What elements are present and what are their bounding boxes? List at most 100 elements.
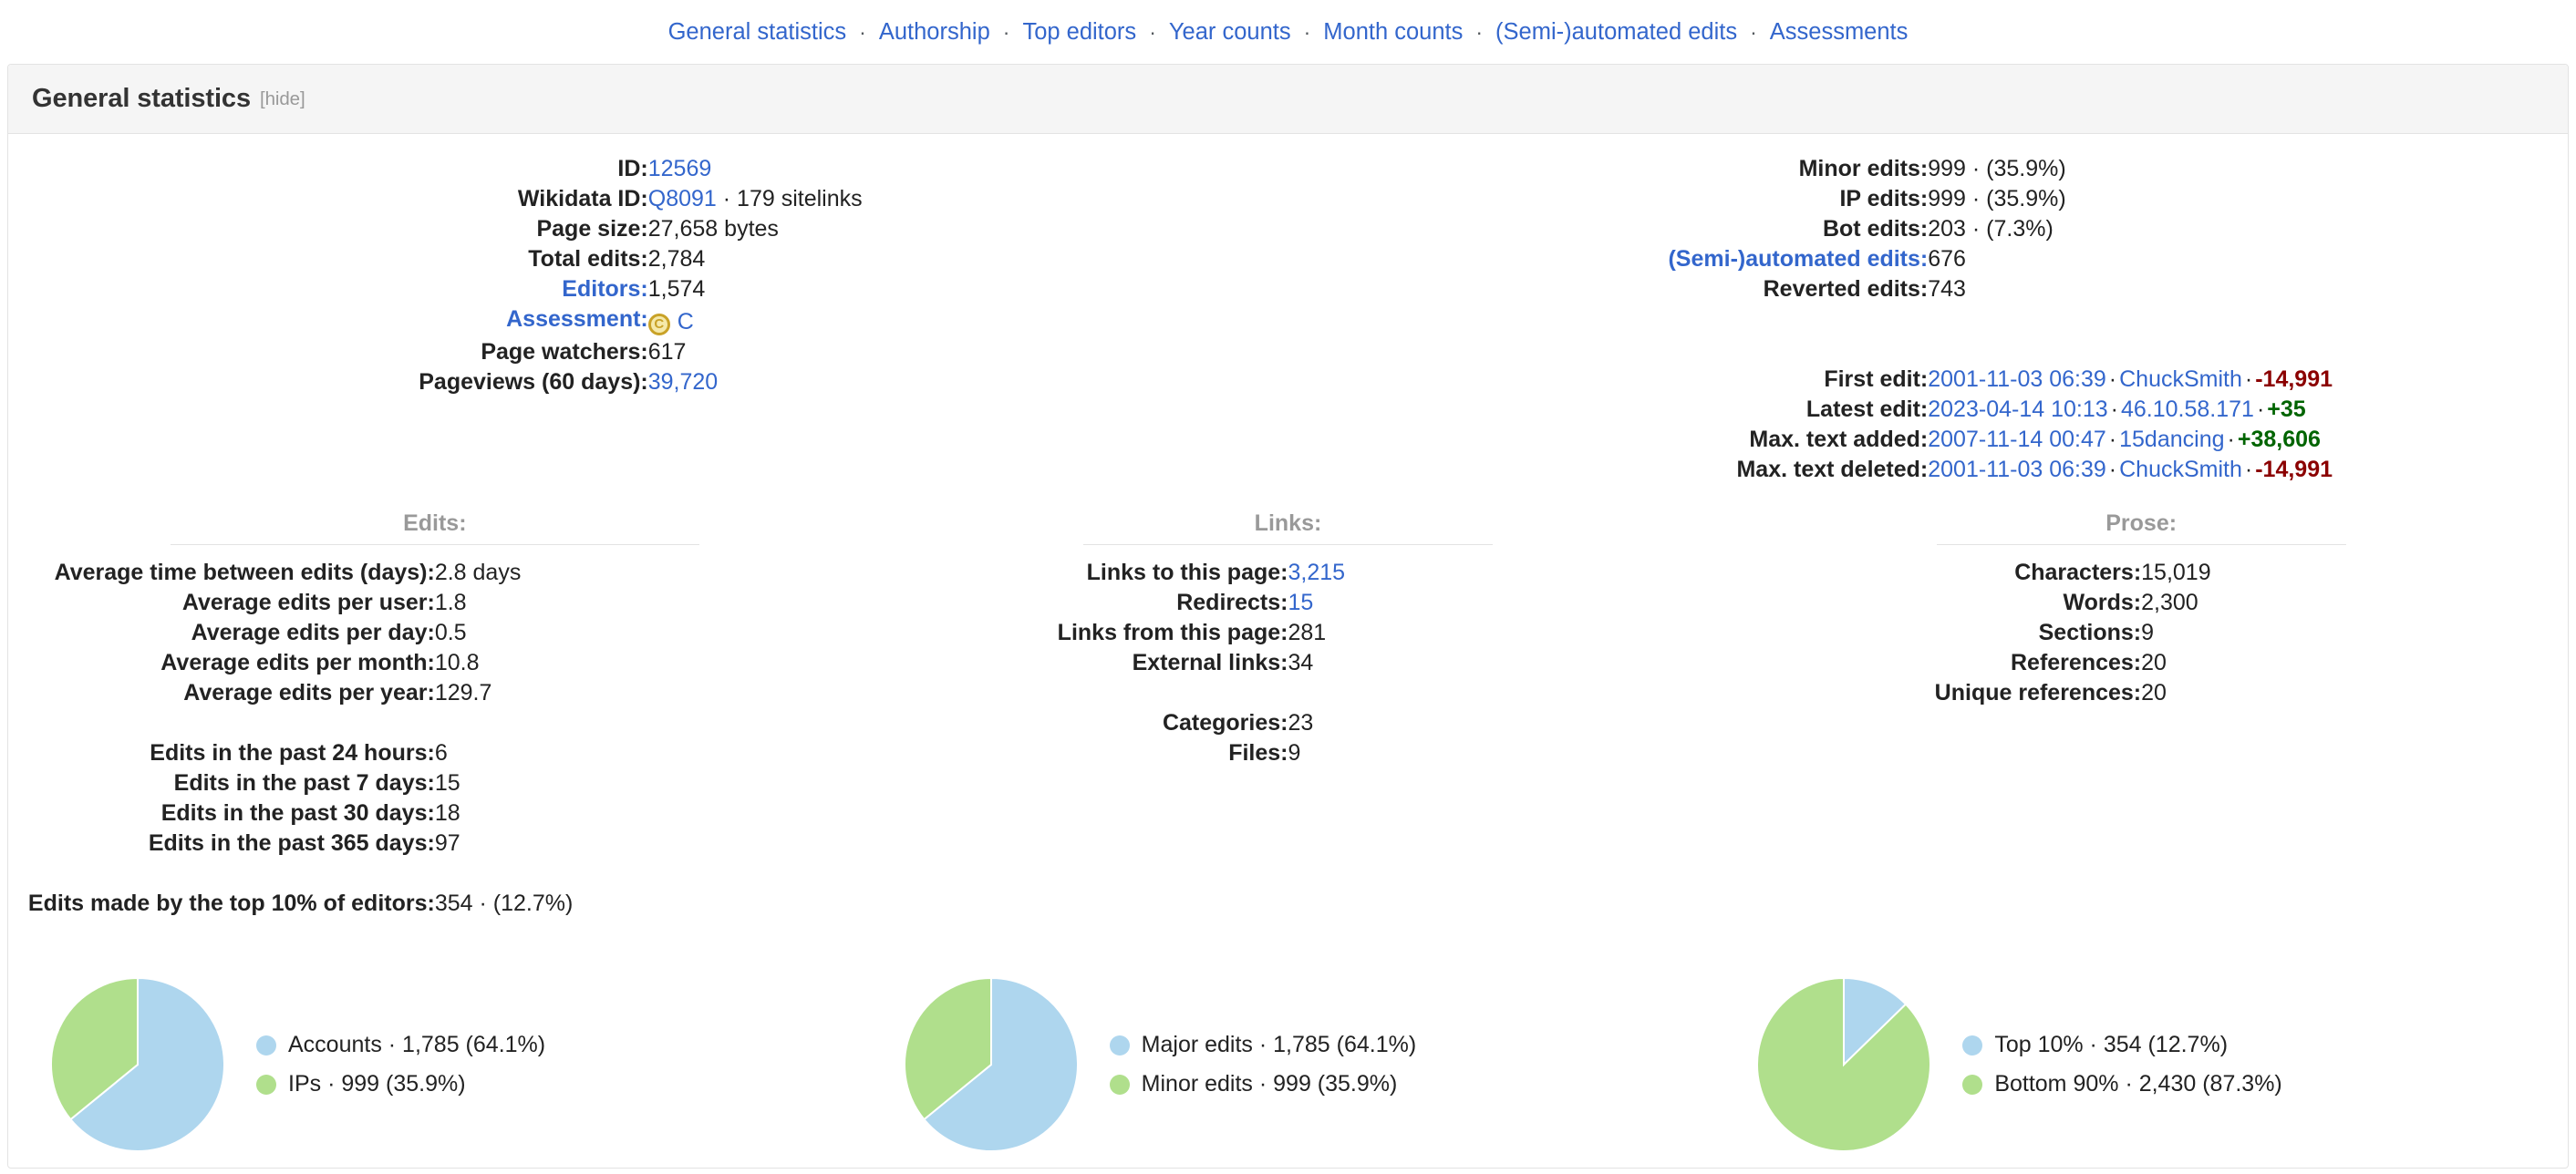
stat-row: Page watchers: 617 bbox=[8, 337, 1288, 367]
legend-item[interactable]: Minor edits · 999 (35.9%) bbox=[1109, 1071, 1417, 1097]
revision-user-link-max-text-deleted[interactable]: ChuckSmith bbox=[2119, 457, 2242, 482]
hide-toggle-link[interactable]: [hide] bbox=[260, 88, 305, 109]
stat-label-cell: Sections: bbox=[1714, 618, 2142, 648]
stat-label-cell: Total edits: bbox=[8, 244, 647, 274]
stat-value-cell: 1,574 bbox=[648, 274, 1288, 304]
stat-row: Assessment: C C bbox=[8, 304, 1288, 337]
subnav-separator: · bbox=[1303, 19, 1311, 44]
subnav-link-month-counts[interactable]: Month counts bbox=[1323, 19, 1463, 46]
stat-value-cell: 999 · (35.9%) bbox=[1928, 184, 2568, 214]
subnav-separator: · bbox=[859, 19, 866, 44]
stat-label-cell: Categories: bbox=[862, 708, 1288, 738]
revision-date-link-first-edit[interactable]: 2001-11-03 06:39 bbox=[1928, 366, 2106, 392]
stat-value-external-links: 34 bbox=[1288, 650, 1314, 675]
revision-size-delta-max-text-deleted: -14,991 bbox=[2255, 457, 2333, 482]
basic-info-left-table: ID: 12569 Wikidata ID: Q8091 · 179 sitelink… bbox=[8, 154, 1288, 397]
subnav-separator: · bbox=[1750, 19, 1757, 44]
stat-row: (Semi-)automated edits: 676 bbox=[1288, 244, 2569, 274]
stat-label-characters: Characters: bbox=[2014, 560, 2142, 585]
subnav-link-semi-automated-edits[interactable]: (Semi-)automated edits bbox=[1495, 19, 1737, 46]
basic-info-grid: ID: 12569 Wikidata ID: Q8091 · 179 sitelink… bbox=[8, 134, 2568, 485]
row-spacer bbox=[8, 708, 862, 738]
stat-label-wikidata-id: Wikidata ID: bbox=[517, 186, 648, 211]
stat-value-link-redirects[interactable]: 15 bbox=[1288, 590, 1313, 615]
revision-date-link-max-text-added[interactable]: 2007-11-14 00:47 bbox=[1928, 427, 2106, 452]
stat-value-average-edits-per-day: 0.5 bbox=[434, 620, 467, 645]
stat-row: Average edits per month: 10.8 bbox=[8, 648, 862, 678]
stat-row: Edits in the past 30 days: 18 bbox=[8, 798, 862, 829]
value-separator: · bbox=[2244, 457, 2253, 482]
stat-value-categories: 23 bbox=[1288, 710, 1314, 736]
stat-label-redirects: Redirects: bbox=[1176, 590, 1288, 615]
legend-item[interactable]: Bottom 90% · 2,430 (87.3%) bbox=[1962, 1071, 2282, 1097]
stat-label-cell: ID: bbox=[8, 154, 647, 184]
stat-label-edits-in-the-past-7-days: Edits in the past 7 days: bbox=[173, 770, 435, 796]
pie-legend-editor-types: Accounts · 1,785 (64.1%) IPs · 999 (35.9%… bbox=[256, 1032, 545, 1097]
stat-value-cell: 2,300 bbox=[2141, 588, 2568, 618]
stat-value-cell: 18 bbox=[435, 798, 862, 829]
stat-value-cell: 2.8 days bbox=[435, 558, 862, 588]
stat-label-max-text-added: Max. text added: bbox=[1749, 427, 1929, 452]
stat-row: Max. text added: 2007-11-14 00:47 · 15danci… bbox=[1288, 425, 2569, 455]
stat-label-cell: References: bbox=[1714, 648, 2141, 678]
stat-label-cell: IP edits: bbox=[1288, 184, 1928, 214]
stat-label-link-assessment[interactable]: Assessment: bbox=[506, 306, 648, 332]
revision-user-link-max-text-added[interactable]: 15dancing bbox=[2119, 427, 2224, 452]
stat-label-cell: Links from this page: bbox=[862, 618, 1288, 648]
legend-item[interactable]: Accounts · 1,785 (64.1%) bbox=[256, 1032, 545, 1058]
stat-label-average-edits-per-user: Average edits per user: bbox=[181, 590, 435, 615]
revision-date-link-max-text-deleted[interactable]: 2001-11-03 06:39 bbox=[1928, 457, 2106, 482]
revision-user-link-first-edit[interactable]: ChuckSmith bbox=[2119, 366, 2242, 392]
stat-value-cell: 15 bbox=[435, 768, 862, 798]
stat-value-reverted-edits: 743 bbox=[1928, 276, 1966, 302]
subnav-link-top-editors[interactable]: Top editors bbox=[1022, 19, 1136, 46]
stat-value-cell: 12569 bbox=[648, 154, 1288, 184]
stat-value-edits-made-by-the-top-10-of-editors: 354 · (12.7%) bbox=[434, 891, 574, 916]
revision-date-link-latest-edit[interactable]: 2023-04-14 10:13 bbox=[1928, 396, 2107, 422]
stat-label-sections: Sections: bbox=[2038, 620, 2142, 645]
pie-graphic-editor-types bbox=[50, 976, 225, 1152]
stat-row: References: 20 bbox=[1714, 648, 2568, 678]
stat-label-cell: Editors: bbox=[8, 274, 647, 304]
subnav-link-year-counts[interactable]: Year counts bbox=[1169, 19, 1291, 46]
spacer-cell bbox=[8, 859, 862, 889]
stat-row: Unique references: 20 bbox=[1714, 678, 2568, 708]
stat-label-average-time-between-edits-days: Average time between edits (days): bbox=[54, 560, 435, 585]
stat-label-link-semi-automated-edits[interactable]: (Semi-)automated edits: bbox=[1668, 246, 1928, 272]
revision-user-link-latest-edit[interactable]: 46.10.58.171 bbox=[2121, 396, 2254, 422]
stat-label-cell: First edit: bbox=[1288, 365, 1928, 395]
stat-value-cell: 10.8 bbox=[435, 648, 862, 678]
legend-swatch-major-edits bbox=[1109, 1035, 1130, 1056]
stat-value-link-id[interactable]: 12569 bbox=[648, 156, 712, 181]
revision-size-delta-max-text-added: +38,606 bbox=[2237, 427, 2321, 452]
stat-label-link-editors[interactable]: Editors: bbox=[562, 276, 647, 302]
stat-label-cell: Pageviews (60 days): bbox=[8, 367, 648, 397]
stat-value-link-pageviews-60-days[interactable]: 39,720 bbox=[648, 369, 718, 395]
stat-row: ID: 12569 bbox=[8, 154, 1288, 184]
stat-value-cell: 2001-11-03 06:39 · ChuckSmith · -14,991 bbox=[1928, 455, 2568, 485]
stat-value-cell: Q8091 · 179 sitelinks bbox=[648, 184, 1288, 214]
subnav-link-authorship[interactable]: Authorship bbox=[879, 19, 990, 46]
legend-item[interactable]: Major edits · 1,785 (64.1%) bbox=[1109, 1032, 1416, 1058]
assessment-class-link[interactable]: C bbox=[678, 307, 694, 337]
stat-label-cell: Edits in the past 24 hours: bbox=[8, 738, 435, 768]
subnav-link-general-statistics[interactable]: General statistics bbox=[668, 19, 847, 46]
stat-label-cell: Redirects: bbox=[862, 588, 1288, 618]
stat-value-link-wikidata-id[interactable]: Q8091 bbox=[648, 186, 717, 211]
legend-label-accounts: Accounts · 1,785 (64.1%) bbox=[288, 1032, 546, 1057]
legend-item[interactable]: IPs · 999 (35.9%) bbox=[256, 1071, 545, 1097]
basic-info-left-column: ID: 12569 Wikidata ID: Q8091 · 179 sitelink… bbox=[8, 154, 1288, 485]
stat-row: Links to this page: 3,215 bbox=[862, 558, 1715, 588]
legend-label-minor-edits: Minor edits · 999 (35.9%) bbox=[1141, 1071, 1398, 1097]
stat-value-cell: 27,658 bytes bbox=[648, 214, 1288, 244]
spacer-cell bbox=[1288, 335, 2569, 365]
legend-item[interactable]: Top 10% · 354 (12.7%) bbox=[1962, 1032, 2281, 1058]
stat-label-cell: Page size: bbox=[8, 214, 647, 244]
stat-label-average-edits-per-year: Average edits per year: bbox=[183, 680, 435, 705]
stat-label-categories: Categories: bbox=[1162, 710, 1288, 736]
stat-label-references: References: bbox=[2011, 650, 2142, 675]
stat-label-files: Files: bbox=[1228, 740, 1288, 766]
subnav-link-assessments[interactable]: Assessments bbox=[1770, 19, 1909, 46]
stat-value-link-links-to-this-page[interactable]: 3,215 bbox=[1288, 560, 1345, 585]
subnav-separator: · bbox=[1475, 19, 1484, 44]
